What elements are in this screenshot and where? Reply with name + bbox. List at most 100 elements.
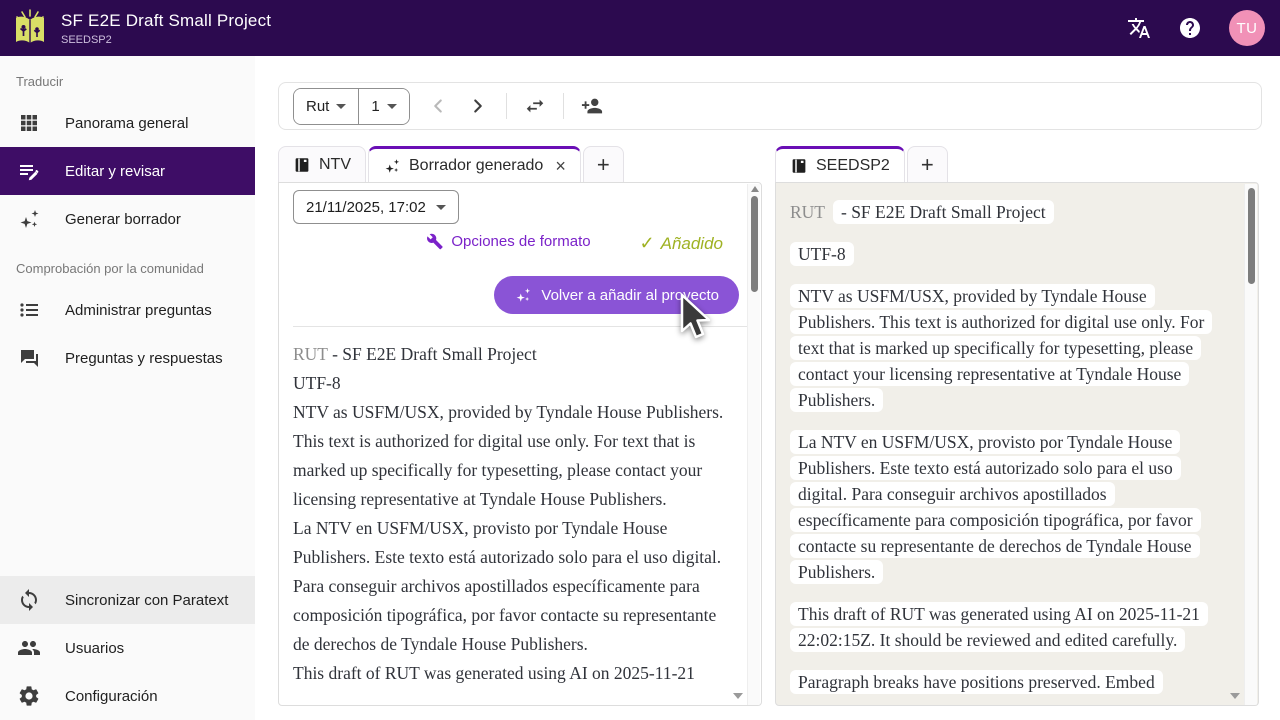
book-chapter-selector: Rut 1 (293, 87, 410, 125)
scroll-more-indicator (733, 693, 743, 699)
book-select[interactable]: Rut (294, 88, 359, 124)
chevron-down-icon (435, 204, 446, 210)
text-segment[interactable]: UTF-8 (790, 242, 854, 266)
close-icon[interactable]: × (555, 157, 566, 175)
scroll-more-indicator (1230, 693, 1240, 699)
book-ref: RUT (790, 202, 825, 222)
sync-icon (21, 589, 37, 611)
apps-grid-icon (21, 115, 37, 131)
license-paragraph-en[interactable]: NTV as USFM/USX, provided by Tyndale Hou… (790, 283, 1220, 413)
draft-notice-line: This draft of RUT was generated using AI… (293, 663, 695, 683)
tab-label: Borrador generado (409, 156, 544, 174)
chevron-down-icon (386, 103, 397, 109)
tab-seedsp2[interactable]: SEEDSP2 (775, 146, 905, 182)
share-add-person-button[interactable] (572, 86, 612, 126)
sidebar-section-community-checking: Comprobación por la comunidad (16, 261, 204, 276)
sidebar-item-label: Configuración (65, 687, 158, 705)
sidebar-section-translate: Traducir (16, 74, 64, 89)
readd-to-project-button[interactable]: Volver a añadir al proyecto (494, 276, 739, 314)
top-app-bar: SF E2E Draft Small Project SEEDSP2 TU (0, 0, 1280, 56)
sidebar-item-questions-answers[interactable]: Preguntas y respuestas (0, 334, 255, 382)
chevron-right-icon (473, 99, 482, 113)
add-tab-button[interactable]: + (582, 146, 624, 182)
right-panel-scrollbar (1244, 184, 1257, 705)
forum-icon (21, 350, 38, 367)
book-select-value: Rut (306, 97, 330, 115)
person-add-icon (581, 98, 602, 114)
list-icon (20, 303, 38, 317)
chapter-select-value: 1 (371, 97, 380, 115)
swap-source-target-button[interactable] (515, 86, 555, 126)
wrench-icon (427, 233, 443, 250)
app-window: SF E2E Draft Small Project SEEDSP2 TU Tr… (0, 0, 1280, 720)
book-icon (792, 158, 806, 173)
tab-ntv[interactable]: NTV (278, 146, 366, 182)
sidebar-item-label: Administrar preguntas (65, 301, 212, 319)
sidebar-item-label: Sincronizar con Paratext (65, 591, 229, 609)
help-icon[interactable] (1178, 16, 1202, 40)
added-status: ✓ Añadido (640, 233, 723, 254)
scroll-up-arrow[interactable] (751, 186, 759, 192)
draft-header: 21/11/2025, 17:02 Opciones de formato ✓ … (279, 183, 761, 327)
sidebar-item-users[interactable]: Usuarios (0, 624, 255, 672)
generated-draft-panel: 21/11/2025, 17:02 Opciones de formato ✓ … (278, 182, 762, 706)
sidebar-item-label: Usuarios (65, 639, 125, 657)
encoding-line: UTF-8 (293, 373, 341, 393)
text-segment[interactable]: This draft of RUT was generated using AI… (790, 602, 1208, 652)
draft-notice-paragraph[interactable]: This draft of RUT was generated using AI… (790, 601, 1220, 653)
tab-generated-draft[interactable]: Borrador generado × (368, 146, 581, 182)
chapter-select[interactable]: 1 (359, 88, 409, 124)
chevron-left-icon (433, 99, 442, 113)
text-segment[interactable]: La NTV en USFM/USX, provisto por Tyndale… (790, 430, 1201, 584)
sidebar-item-manage-questions[interactable]: Administrar preguntas (0, 286, 255, 334)
scrollbar-thumb[interactable] (751, 196, 758, 292)
draft-date-value: 21/11/2025, 17:02 (306, 198, 426, 216)
sidebar-item-sync-paratext[interactable]: Sincronizar con Paratext (0, 576, 255, 624)
left-panel-scrollbar (747, 184, 760, 705)
sidebar-item-edit-review[interactable]: Editar y revisar (0, 147, 255, 195)
next-chapter-button[interactable] (458, 86, 498, 126)
plus-icon: + (596, 151, 610, 177)
add-tab-button[interactable]: + (906, 146, 948, 182)
book-ref: RUT (293, 344, 328, 364)
gear-icon (19, 686, 39, 706)
toolbar-divider (562, 93, 564, 119)
license-paragraph-es[interactable]: La NTV en USFM/USX, provisto por Tyndale… (790, 429, 1220, 585)
sidebar-item-overview[interactable]: Panorama general (0, 99, 255, 147)
sidebar-item-settings[interactable]: Configuración (0, 672, 255, 720)
text-segment[interactable]: NTV as USFM/USX, provided by Tyndale Hou… (790, 284, 1213, 412)
heading-text: - SF E2E Draft Small Project (327, 344, 537, 364)
translate-language-icon[interactable] (1127, 16, 1151, 40)
sidebar-item-generate-draft[interactable]: Generar borrador (0, 195, 255, 243)
text-segment[interactable]: - SF E2E Draft Small Project (833, 200, 1054, 224)
sidebar-nav: Traducir Panorama general Editar y revis… (0, 56, 255, 720)
check-icon: ✓ (639, 233, 655, 253)
sidebar-item-label: Panorama general (65, 114, 189, 132)
sidebar-item-label: Editar y revisar (65, 162, 166, 180)
heading-paragraph[interactable]: RUT - SF E2E Draft Small Project (790, 199, 1220, 225)
target-editor-panel[interactable]: RUT - SF E2E Draft Small Project UTF-8 NT… (775, 182, 1259, 706)
text-segment[interactable]: Paragraph breaks have positions preserve… (790, 670, 1163, 694)
sparkle-icon (20, 210, 39, 228)
scripture-forge-logo (16, 9, 44, 43)
tab-label: NTV (319, 155, 351, 173)
user-avatar[interactable]: TU (1229, 10, 1265, 46)
draft-date-select[interactable]: 21/11/2025, 17:02 (293, 190, 459, 224)
edit-note-icon (20, 165, 39, 181)
chevron-down-icon (336, 103, 347, 109)
breaks-paragraph[interactable]: Paragraph breaks have positions preserve… (790, 669, 1220, 695)
readd-button-label: Volver a añadir al proyecto (541, 286, 719, 304)
people-icon (18, 641, 40, 655)
format-options-link[interactable]: Opciones de formato (426, 233, 591, 250)
sidebar-item-label: Preguntas y respuestas (65, 349, 223, 367)
target-editor-text[interactable]: RUT - SF E2E Draft Small Project UTF-8 NT… (776, 183, 1258, 695)
encoding-paragraph[interactable]: UTF-8 (790, 241, 1220, 267)
toolbar-divider (505, 93, 507, 119)
plus-icon: + (920, 151, 934, 177)
added-label: Añadido (660, 233, 723, 253)
format-options-label: Opciones de formato (451, 233, 591, 250)
target-tabbar: SEEDSP2 + (775, 146, 950, 182)
license-paragraph-es: La NTV en USFM/USX, provisto por Tyndale… (293, 518, 722, 654)
scrollbar-thumb[interactable] (1248, 188, 1255, 284)
previous-chapter-button[interactable] (418, 86, 458, 126)
